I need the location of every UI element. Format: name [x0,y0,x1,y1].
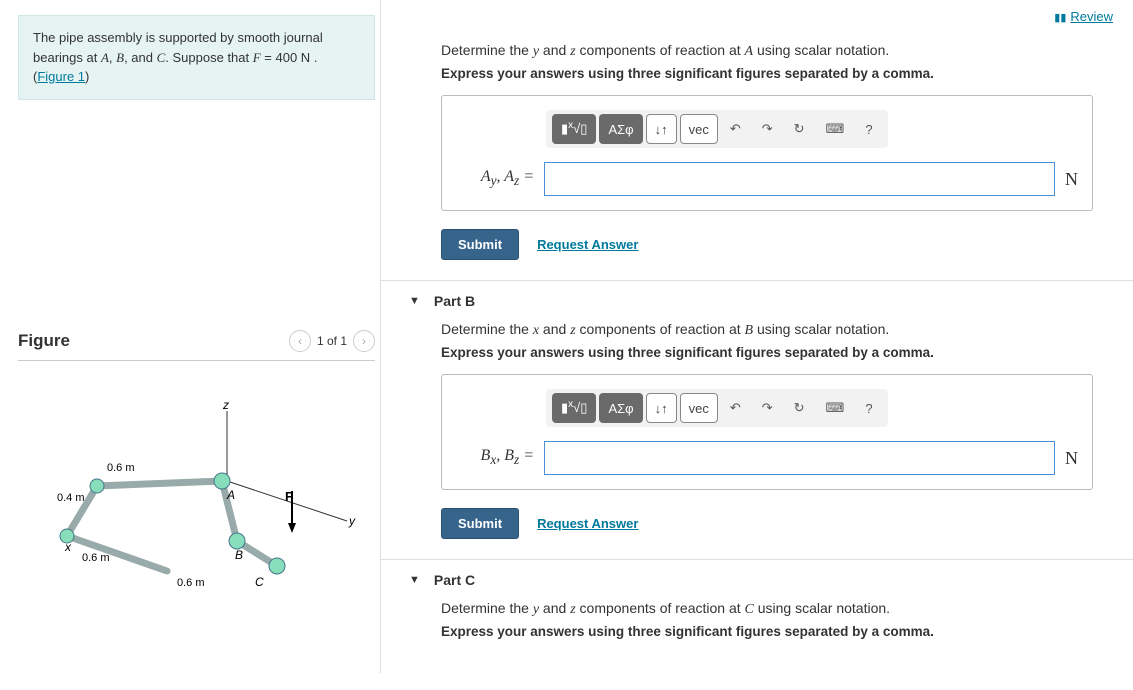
svg-text:y: y [348,514,356,528]
figure-image: z y [18,401,375,601]
redo-button[interactable]: ↷ [753,114,782,144]
vec-button[interactable]: vec [680,393,718,423]
help-button[interactable]: ? [856,114,881,144]
partB-prompt: Determine the x and z components of reac… [441,321,1093,339]
partC-prompt: Determine the y and z components of reac… [441,600,1093,618]
equation-toolbar: ▮x√▯ ΑΣφ ↓↑ vec ↶ ↷ ↻ ⌨ ? [546,389,888,427]
partB-submit-button[interactable]: Submit [441,508,519,539]
keyboard-button[interactable]: ⌨ [817,114,854,144]
partC-instruct: Express your answers using three signifi… [441,624,1093,639]
subsup-button[interactable]: ↓↑ [646,393,677,423]
partA-answer-box: ▮x√▯ ΑΣφ ↓↑ vec ↶ ↷ ↻ ⌨ ? Ay, Az = N [441,95,1093,211]
book-icon: ▮▮ [1054,12,1066,24]
partA-unit: N [1065,169,1078,190]
vec-button[interactable]: vec [680,114,718,144]
greek-button[interactable]: ΑΣφ [599,114,642,144]
reset-button[interactable]: ↻ [785,114,814,144]
partC-header[interactable]: ▼ Part C [381,560,1133,600]
caret-down-icon: ▼ [409,574,420,586]
subsup-button[interactable]: ↓↑ [646,114,677,144]
partB-request-answer[interactable]: Request Answer [537,516,638,531]
partB-answer-box: ▮x√▯ ΑΣφ ↓↑ vec ↶ ↷ ↻ ⌨ ? Bx, Bz = N [441,374,1093,490]
undo-button[interactable]: ↶ [721,393,750,423]
help-button[interactable]: ? [856,393,881,423]
review-link[interactable]: Review [1070,9,1113,24]
svg-text:F: F [285,489,293,504]
figure-link[interactable]: Figure 1 [37,69,85,84]
svg-text:z: z [222,401,229,412]
figure-counter: 1 of 1 [317,334,347,348]
partB-answer-input[interactable] [544,441,1055,475]
partA-request-answer[interactable]: Request Answer [537,237,638,252]
figure-next-button[interactable]: › [353,330,375,352]
svg-text:0.6 m: 0.6 m [82,552,110,564]
templates-button[interactable]: ▮x√▯ [552,114,596,144]
problem-points: A [101,50,109,65]
partB-instruct: Express your answers using three signifi… [441,345,1093,360]
keyboard-button[interactable]: ⌨ [817,393,854,423]
caret-down-icon: ▼ [409,295,420,307]
equation-toolbar: ▮x√▯ ΑΣφ ↓↑ vec ↶ ↷ ↻ ⌨ ? [546,110,888,148]
figure-prev-button[interactable]: ‹ [289,330,311,352]
problem-statement: The pipe assembly is supported by smooth… [18,15,375,100]
figure-heading: Figure [18,331,70,351]
templates-button[interactable]: ▮x√▯ [552,393,596,423]
partA-submit-button[interactable]: Submit [441,229,519,260]
undo-button[interactable]: ↶ [721,114,750,144]
partB-header[interactable]: ▼ Part B [381,281,1133,321]
partA-answer-input[interactable] [544,162,1055,196]
partA-instruct: Express your answers using three signifi… [441,66,1093,81]
partB-lhs: Bx, Bz = [456,447,534,468]
greek-button[interactable]: ΑΣφ [599,393,642,423]
partB-unit: N [1065,448,1078,469]
svg-text:B: B [235,548,243,562]
svg-text:0.4 m: 0.4 m [57,492,85,504]
svg-text:A: A [226,488,235,502]
partA-prompt: Determine the y and z components of reac… [441,42,1093,60]
reset-button[interactable]: ↻ [785,393,814,423]
svg-text:0.6 m: 0.6 m [107,462,135,474]
partA-lhs: Ay, Az = [456,168,534,189]
svg-text:x: x [64,540,72,554]
svg-text:C: C [255,575,264,589]
svg-text:0.6 m: 0.6 m [177,577,205,589]
redo-button[interactable]: ↷ [753,393,782,423]
